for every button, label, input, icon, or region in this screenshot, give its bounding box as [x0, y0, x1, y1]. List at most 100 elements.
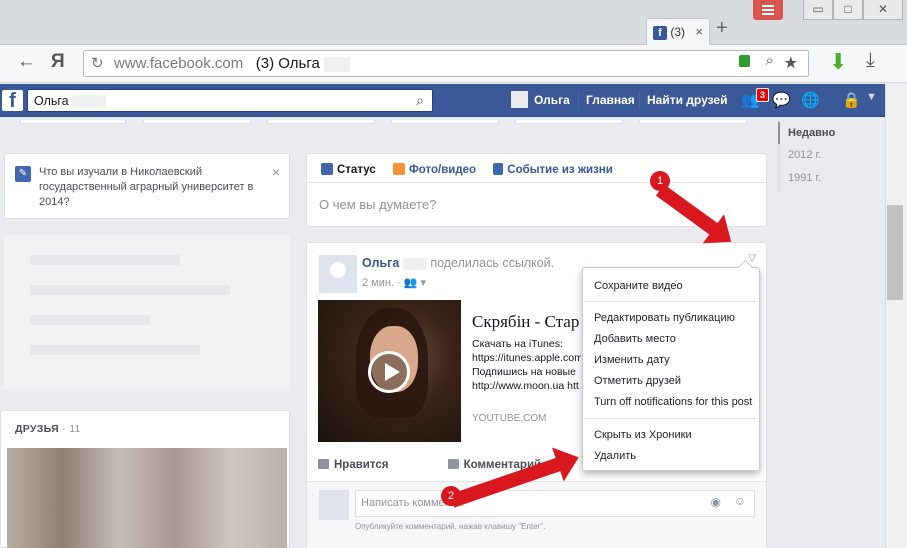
profile-nav-box[interactable]	[143, 120, 251, 124]
back-button[interactable]: ←	[17, 51, 36, 73]
facebook-favicon-icon: f	[653, 25, 667, 40]
pencil-icon	[321, 163, 333, 175]
emoji-icon[interactable]: ☺	[734, 494, 746, 508]
notifications-globe-icon[interactable]: 🌐	[801, 91, 821, 109]
menu-item-delete[interactable]: Удалить	[594, 450, 636, 462]
divider	[578, 92, 579, 109]
friends-count: 11	[69, 423, 81, 435]
tab-status-label: Статус	[337, 164, 376, 176]
post-meta: 2 мин. · 👥 ▾	[362, 277, 427, 289]
video-thumbnail[interactable]	[318, 300, 461, 442]
browser-menu-button[interactable]	[753, 0, 783, 20]
comment-box: Написать коммент... ◉ ☺ Опубликуйте комм…	[307, 481, 766, 548]
blurred-line	[30, 255, 180, 265]
scrollbar-thumb[interactable]	[887, 205, 903, 300]
find-friends-link[interactable]: Найти друзей	[647, 93, 727, 107]
close-window-button[interactable]: ✕	[863, 0, 903, 20]
camera-icon[interactable]: ◉	[711, 495, 721, 509]
timeline-year[interactable]: 2012 г.	[788, 149, 821, 161]
post-options-chevron-icon[interactable]: ▽	[748, 253, 756, 264]
friends-heading[interactable]: ДРУЗЬЯ · 11	[15, 423, 81, 435]
search-value: Ольга	[34, 94, 69, 108]
privacy-shortcuts-icon[interactable]: 🔒	[842, 91, 862, 109]
bookmark-star-icon[interactable]: ★	[784, 53, 798, 73]
post-action: поделилась ссылкой.	[430, 256, 555, 270]
tab-status[interactable]: Статус	[321, 163, 376, 176]
divider	[307, 182, 766, 183]
search-icon[interactable]: ⌕	[416, 92, 424, 109]
menu-item-tag-friends[interactable]: Отметить друзей	[594, 375, 681, 387]
minimize-button[interactable]: ▭	[803, 0, 833, 20]
menu-item-change-date[interactable]: Изменить дату	[594, 354, 670, 366]
menu-divider	[584, 301, 758, 302]
downloads-icon[interactable]: ⤓	[866, 49, 875, 72]
messages-icon[interactable]: 💬	[772, 91, 792, 109]
notification-badge: 3	[756, 88, 770, 102]
close-tab-icon[interactable]: ×	[695, 24, 703, 39]
avatar[interactable]	[511, 91, 528, 108]
link-preview[interactable]: Скрябін - Стар Скачать на iTunes: https:…	[461, 300, 581, 442]
yandex-logo[interactable]: Я	[51, 51, 65, 73]
profile-nav-box[interactable]	[639, 120, 747, 124]
post-author[interactable]: Ольга	[362, 256, 399, 270]
divider	[639, 92, 640, 109]
profile-nav-box[interactable]	[515, 120, 623, 124]
facebook-logo-icon[interactable]: f	[2, 90, 23, 112]
scrollbar-track[interactable]	[885, 84, 907, 548]
avatar[interactable]	[319, 255, 357, 293]
composer-tabs: Статус Фото/видео Событие из жизни	[321, 163, 627, 176]
link-title: Скрябін - Стар	[472, 312, 580, 331]
like-button[interactable]: Нравится	[318, 459, 416, 471]
link-desc-line: https://itunes.apple.com	[472, 352, 581, 364]
friends-card: ДРУЗЬЯ · 11	[0, 410, 290, 548]
post-header: Ольга поделилась ссылкой.	[362, 256, 554, 270]
flag-icon	[493, 163, 504, 175]
avatar	[319, 490, 349, 520]
browser-tab[interactable]: f (3) ×	[646, 18, 710, 45]
education-question[interactable]: Что вы изучали в Николаевский государств…	[39, 165, 269, 210]
menu-item-hide-from-timeline[interactable]: Скрыть из Хроники	[594, 429, 692, 441]
timeline-year[interactable]: 1991 г.	[788, 172, 821, 184]
post-options-menu: Сохраните видео Редактировать публикацию…	[582, 267, 760, 471]
friends-photos-blurred[interactable]	[7, 448, 287, 548]
new-tab-button[interactable]: +	[716, 17, 728, 40]
maximize-button[interactable]: □	[833, 0, 863, 20]
timeline-recent[interactable]: Недавно	[788, 127, 835, 139]
tab-title: (3)	[670, 25, 686, 39]
timeline-nav: Недавно 2012 г. 1991 г.	[778, 120, 878, 192]
redacted-name	[72, 95, 107, 109]
facebook-header: f Ольга ⌕ Ольга Главная Найти друзей 👥 💬…	[0, 84, 885, 117]
profile-nav-box[interactable]	[267, 120, 375, 124]
address-field[interactable]: ↻ www.facebook.com (3) Ольга ⌕ ★	[83, 50, 809, 77]
settings-dropdown-icon[interactable]: ▼	[866, 91, 886, 109]
menu-item-save-video[interactable]: Сохраните видео	[594, 280, 683, 292]
facebook-search-input[interactable]: Ольга ⌕	[27, 89, 433, 112]
url-page-title: (3) Ольга	[255, 55, 320, 72]
close-icon[interactable]: ×	[272, 164, 280, 180]
search-icon[interactable]: ⌕	[766, 52, 774, 69]
url-domain: www.facebook.com	[114, 55, 244, 72]
menu-item-add-location[interactable]: Добавить место	[594, 333, 676, 345]
status-input[interactable]: О чем вы думаете?	[319, 197, 436, 212]
menu-item-edit-post[interactable]: Редактировать публикацию	[594, 312, 735, 324]
home-link[interactable]: Главная	[586, 93, 635, 107]
comment-icon	[447, 459, 459, 469]
tab-event-label: Событие из жизни	[507, 164, 613, 176]
download-icon[interactable]: ⬇	[829, 49, 847, 75]
profile-nav-box[interactable]	[391, 120, 499, 124]
like-label: Нравится	[334, 459, 389, 471]
profile-link[interactable]: Ольга	[534, 93, 570, 107]
lock-icon	[739, 55, 750, 67]
play-icon[interactable]	[368, 351, 410, 393]
profile-nav-box[interactable]	[20, 120, 126, 124]
tab-photo-video[interactable]: Фото/видео	[392, 163, 476, 176]
tab-life-event[interactable]: Событие из жизни	[493, 163, 613, 176]
reload-icon[interactable]: ↻	[91, 54, 104, 72]
audience-icon[interactable]: 👥 ▾	[404, 277, 426, 289]
post-time[interactable]: 2 мин.	[362, 277, 394, 289]
comment-input[interactable]: Написать коммент...	[355, 490, 755, 517]
menu-item-turn-off-notifications[interactable]: Turn off notifications for this post	[594, 396, 752, 408]
education-prompt-card: ✎ Что вы изучали в Николаевский государс…	[4, 153, 290, 219]
redacted-name	[323, 56, 350, 72]
annotation-number-2: 2	[441, 486, 461, 506]
